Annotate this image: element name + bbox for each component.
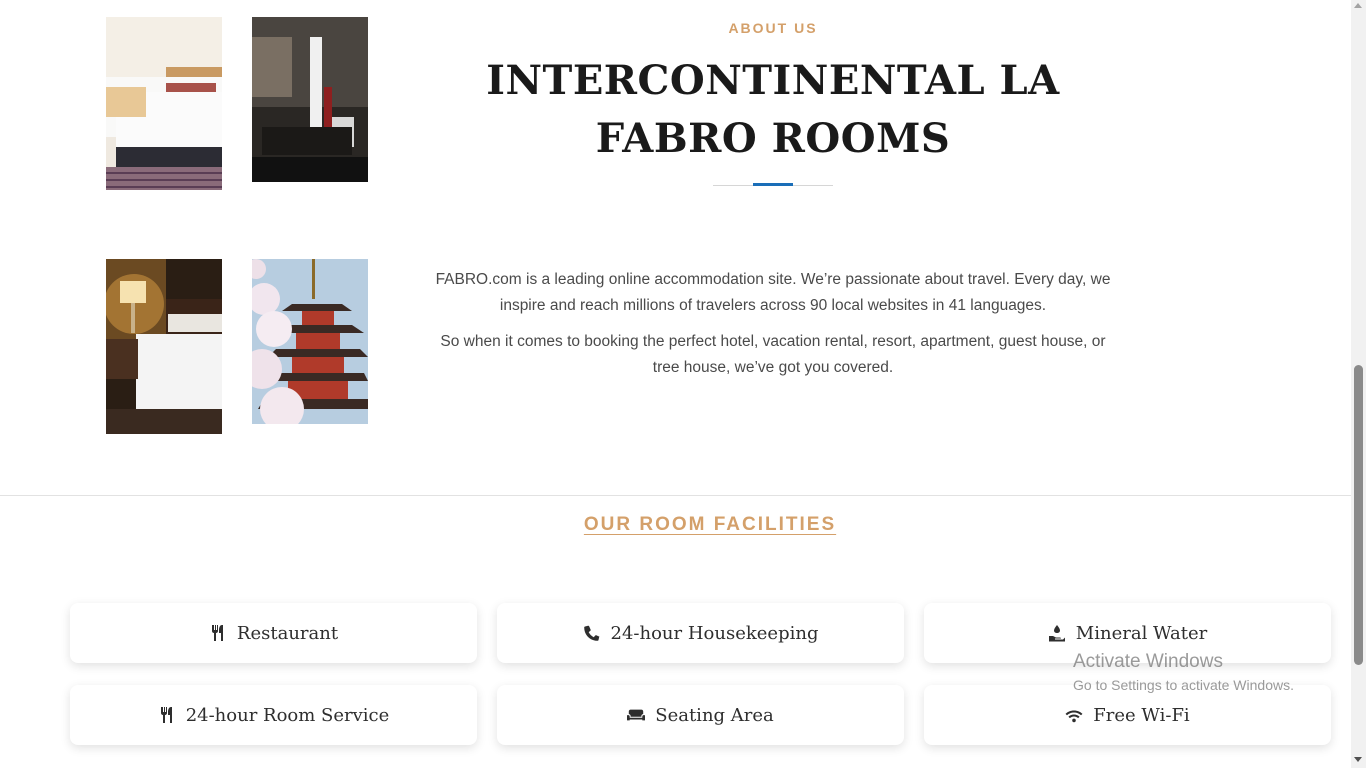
- page: ABOUT US INTERCONTINENTAL LA FABRO ROOMS…: [0, 0, 1351, 768]
- scroll-up-arrow-icon[interactable]: [1354, 3, 1362, 8]
- about-paragraph: FABRO.com is a leading online accommodat…: [435, 271, 1111, 314]
- facility-label: 24-hour Room Service: [185, 704, 390, 726]
- hotel-bedroom-photo: [106, 17, 222, 190]
- activate-windows-watermark: Activate Windows Go to Settings to activ…: [1073, 650, 1294, 696]
- facility-label: Mineral Water: [1075, 622, 1208, 644]
- watermark-title: Activate Windows: [1073, 651, 1223, 672]
- facility-label: Free Wi-Fi: [1093, 704, 1190, 726]
- facility-card-room-service: 24-hour Room Service: [70, 685, 477, 745]
- facility-card-seating-area: Seating Area: [497, 685, 904, 745]
- page-title: INTERCONTINENTAL LA FABRO ROOMS: [486, 57, 1060, 162]
- couch-icon: [627, 706, 646, 724]
- about-eyebrow: ABOUT US: [728, 20, 818, 36]
- facility-label: Seating Area: [655, 704, 774, 726]
- facility-card-housekeeping: 24-hour Housekeeping: [497, 603, 904, 663]
- bedroom-lamp-photo: [106, 259, 222, 434]
- about-paragraph: So when it comes to booking the perfect …: [440, 333, 1106, 376]
- facility-card-restaurant: Restaurant: [70, 603, 477, 663]
- phone-icon: [583, 624, 601, 642]
- restaurant-table-photo: [252, 17, 368, 182]
- section-divider: [0, 495, 1351, 496]
- facility-label: 24-hour Housekeeping: [610, 622, 819, 644]
- utensils-icon: [209, 624, 227, 642]
- watermark-subtitle: Go to Settings to activate Windows.: [1073, 677, 1294, 693]
- facilities-title[interactable]: OUR ROOM FACILITIES: [470, 514, 950, 536]
- utensils-icon: [158, 706, 176, 724]
- title-divider: [713, 183, 833, 187]
- facility-label: Restaurant: [236, 622, 339, 644]
- scrollbar-thumb[interactable]: [1354, 365, 1363, 665]
- scroll-down-arrow-icon[interactable]: [1354, 757, 1362, 762]
- page-scrollbar[interactable]: [1351, 0, 1366, 768]
- hand-water-icon: [1048, 624, 1066, 642]
- pagoda-cherry-blossom-photo: [252, 259, 368, 424]
- wifi-icon: [1065, 706, 1083, 724]
